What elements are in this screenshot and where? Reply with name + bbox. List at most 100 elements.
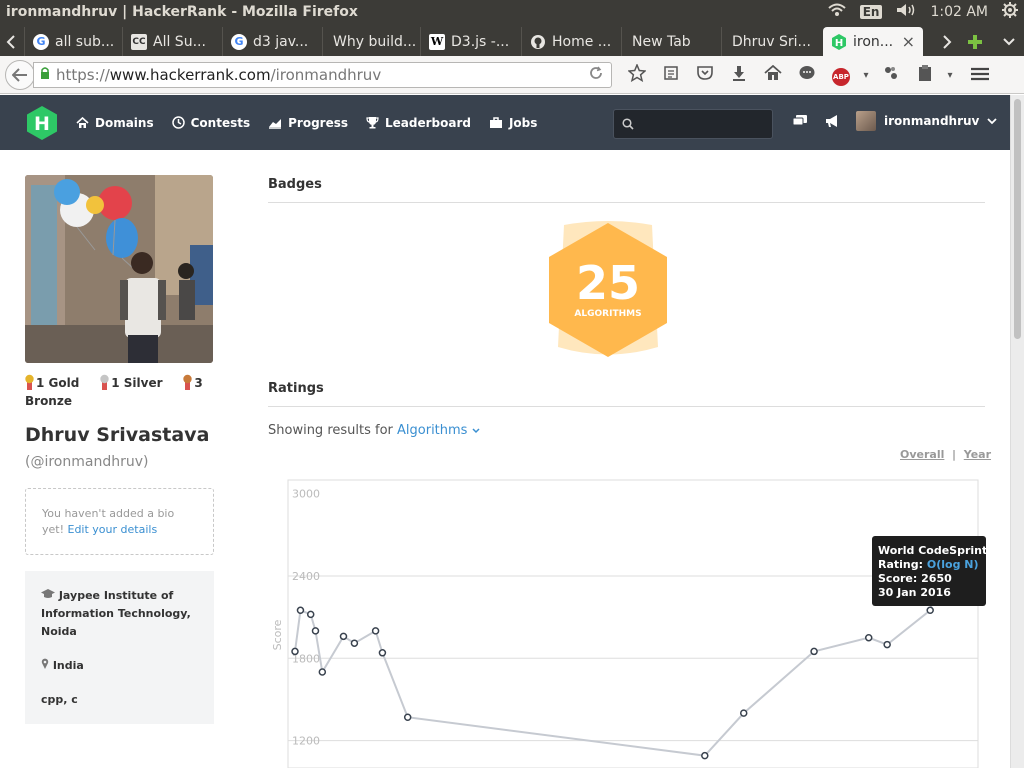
window-title: ironmandhruv | HackerRank - Mozilla Fire…: [6, 4, 358, 20]
nav-label: Jobs: [508, 115, 538, 130]
chart-data-point[interactable]: [318, 668, 327, 676]
chart-data-point[interactable]: [883, 640, 891, 649]
tabs-scroll-right-button[interactable]: [936, 27, 958, 56]
showing-results: Showing results for Algorithms: [268, 423, 480, 438]
github-icon: [530, 34, 546, 50]
search-icon: [622, 118, 634, 130]
back-button[interactable]: [5, 60, 35, 90]
nav-label: Contests: [190, 115, 251, 130]
home-icon[interactable]: [756, 64, 790, 85]
page-scrollbar[interactable]: [1010, 95, 1024, 768]
domain-label: Algorithms: [397, 423, 468, 438]
addon-dropdown-icon[interactable]: ▾: [858, 70, 874, 81]
divider: [268, 202, 985, 203]
new-tab-plus-icon[interactable]: [964, 27, 986, 56]
extension-puzzle-icon[interactable]: [874, 65, 908, 85]
nav-label: Domains: [95, 115, 154, 130]
browser-tab[interactable]: New Tab: [621, 27, 721, 56]
domain-dropdown[interactable]: Algorithms: [397, 423, 480, 438]
chart-data-point[interactable]: [701, 751, 709, 760]
settings-gear-icon[interactable]: [1002, 2, 1018, 22]
nav-domains[interactable]: Domains: [76, 116, 154, 130]
edit-details-link[interactable]: Edit your details: [68, 523, 158, 536]
reload-icon[interactable]: [589, 66, 603, 84]
nav-label: Leaderboard: [385, 115, 471, 130]
silver-medal-icon: [100, 374, 109, 390]
notifications-megaphone-icon[interactable]: [824, 114, 840, 132]
browser-tab[interactable]: Home ...: [521, 27, 621, 56]
tabs-scroll-left-button[interactable]: [0, 27, 22, 56]
lock-icon[interactable]: [40, 67, 50, 83]
toggle-overall[interactable]: Overall: [900, 448, 944, 461]
wifi-icon[interactable]: [828, 3, 846, 21]
adblock-plus-icon[interactable]: ABP: [824, 64, 858, 86]
browser-tab[interactable]: CC All Su...: [122, 27, 222, 56]
chart-data-point[interactable]: [306, 610, 315, 619]
ratings-chart-svg: Score 3000240018001200 World CodeSprint …: [271, 479, 987, 769]
hackerrank-logo-icon[interactable]: H: [24, 105, 60, 141]
tooltip-contest: World CodeSprint: [878, 544, 987, 557]
browser-tab[interactable]: G all sub...: [24, 27, 122, 56]
clipboard-icon[interactable]: [908, 64, 942, 86]
browser-tab[interactable]: W D3.js -...: [420, 27, 521, 56]
cc-icon: CC: [131, 33, 147, 50]
browser-tab-active[interactable]: H iron... ×: [823, 27, 923, 56]
reader-list-icon[interactable]: [654, 65, 688, 85]
pocket-icon[interactable]: [688, 65, 722, 85]
clipboard-dropdown-icon[interactable]: ▾: [942, 70, 958, 81]
main-nav: Domains Contests Progress Leaderboard Jo…: [76, 95, 537, 150]
download-icon[interactable]: [722, 65, 756, 85]
nav-jobs[interactable]: Jobs: [489, 116, 537, 130]
user-menu[interactable]: ironmandhruv: [856, 111, 998, 131]
chat-bubble-icon[interactable]: [790, 65, 824, 85]
chart-data-point[interactable]: [810, 647, 818, 656]
browser-tab[interactable]: Why build...: [322, 27, 420, 56]
algorithms-badge[interactable]: 25 ALGORITHMS: [546, 217, 670, 359]
messages-icon[interactable]: [792, 114, 808, 132]
chart-data-point[interactable]: [311, 627, 320, 635]
toggle-year[interactable]: Year: [964, 448, 991, 461]
browser-tab[interactable]: G d3 jav...: [222, 27, 322, 56]
chart-data-point[interactable]: [378, 649, 387, 657]
nav-leaderboard[interactable]: Leaderboard: [366, 116, 471, 130]
chart-data-point[interactable]: [739, 709, 748, 717]
medals: 1 Gold 1 Silver 3 Bronze: [25, 374, 215, 410]
chart-data-point[interactable]: [291, 647, 299, 656]
chart-icon: [269, 118, 282, 129]
medal-label: 1 Silver: [111, 376, 163, 390]
chart-data-point[interactable]: [926, 606, 934, 615]
home-icon: [76, 116, 89, 128]
clock-icon: [171, 116, 185, 129]
chart-data-point[interactable]: [296, 606, 305, 615]
chart-data-point[interactable]: [371, 627, 380, 635]
hamburger-menu-icon[interactable]: [958, 66, 1002, 85]
tab-close-icon[interactable]: ×: [902, 32, 915, 51]
badges-heading: Badges: [268, 177, 322, 192]
tab-label: Home ...: [552, 33, 612, 50]
chart-data-point[interactable]: [864, 633, 873, 642]
site-search-input[interactable]: [613, 109, 773, 139]
tab-label: Why build...: [333, 33, 417, 50]
volume-icon[interactable]: [896, 3, 916, 21]
chart-data-point[interactable]: [339, 632, 348, 641]
tooltip-rating: Rating: O(log N): [878, 558, 979, 571]
url-path: /ironmandhruv: [270, 66, 382, 84]
chart-y-tick-label: 3000: [292, 488, 320, 501]
url-bar[interactable]: https://www.hackerrank.com/ironmandhruv: [33, 62, 612, 88]
scrollbar-thumb[interactable]: [1014, 99, 1021, 339]
languages-text: cpp, c: [41, 693, 78, 706]
bookmark-star-icon[interactable]: [620, 63, 654, 86]
nav-progress[interactable]: Progress: [268, 116, 348, 130]
chart-data-point[interactable]: [403, 713, 412, 722]
wikipedia-icon: W: [429, 33, 445, 50]
institute-name: Jaypee Institute of Information Technolo…: [41, 589, 191, 638]
browser-tab[interactable]: Dhruv Sri...: [721, 27, 821, 56]
google-icon: G: [231, 33, 247, 50]
nav-contests[interactable]: Contests: [171, 115, 251, 130]
tab-label: Dhruv Sri...: [732, 33, 811, 50]
tab-list-dropdown-icon[interactable]: [998, 27, 1020, 56]
clock[interactable]: 1:02 AM: [930, 4, 988, 20]
keyboard-layout-indicator[interactable]: En: [859, 5, 883, 19]
chart-data-point[interactable]: [350, 639, 359, 647]
graduation-cap-icon: [41, 589, 55, 598]
